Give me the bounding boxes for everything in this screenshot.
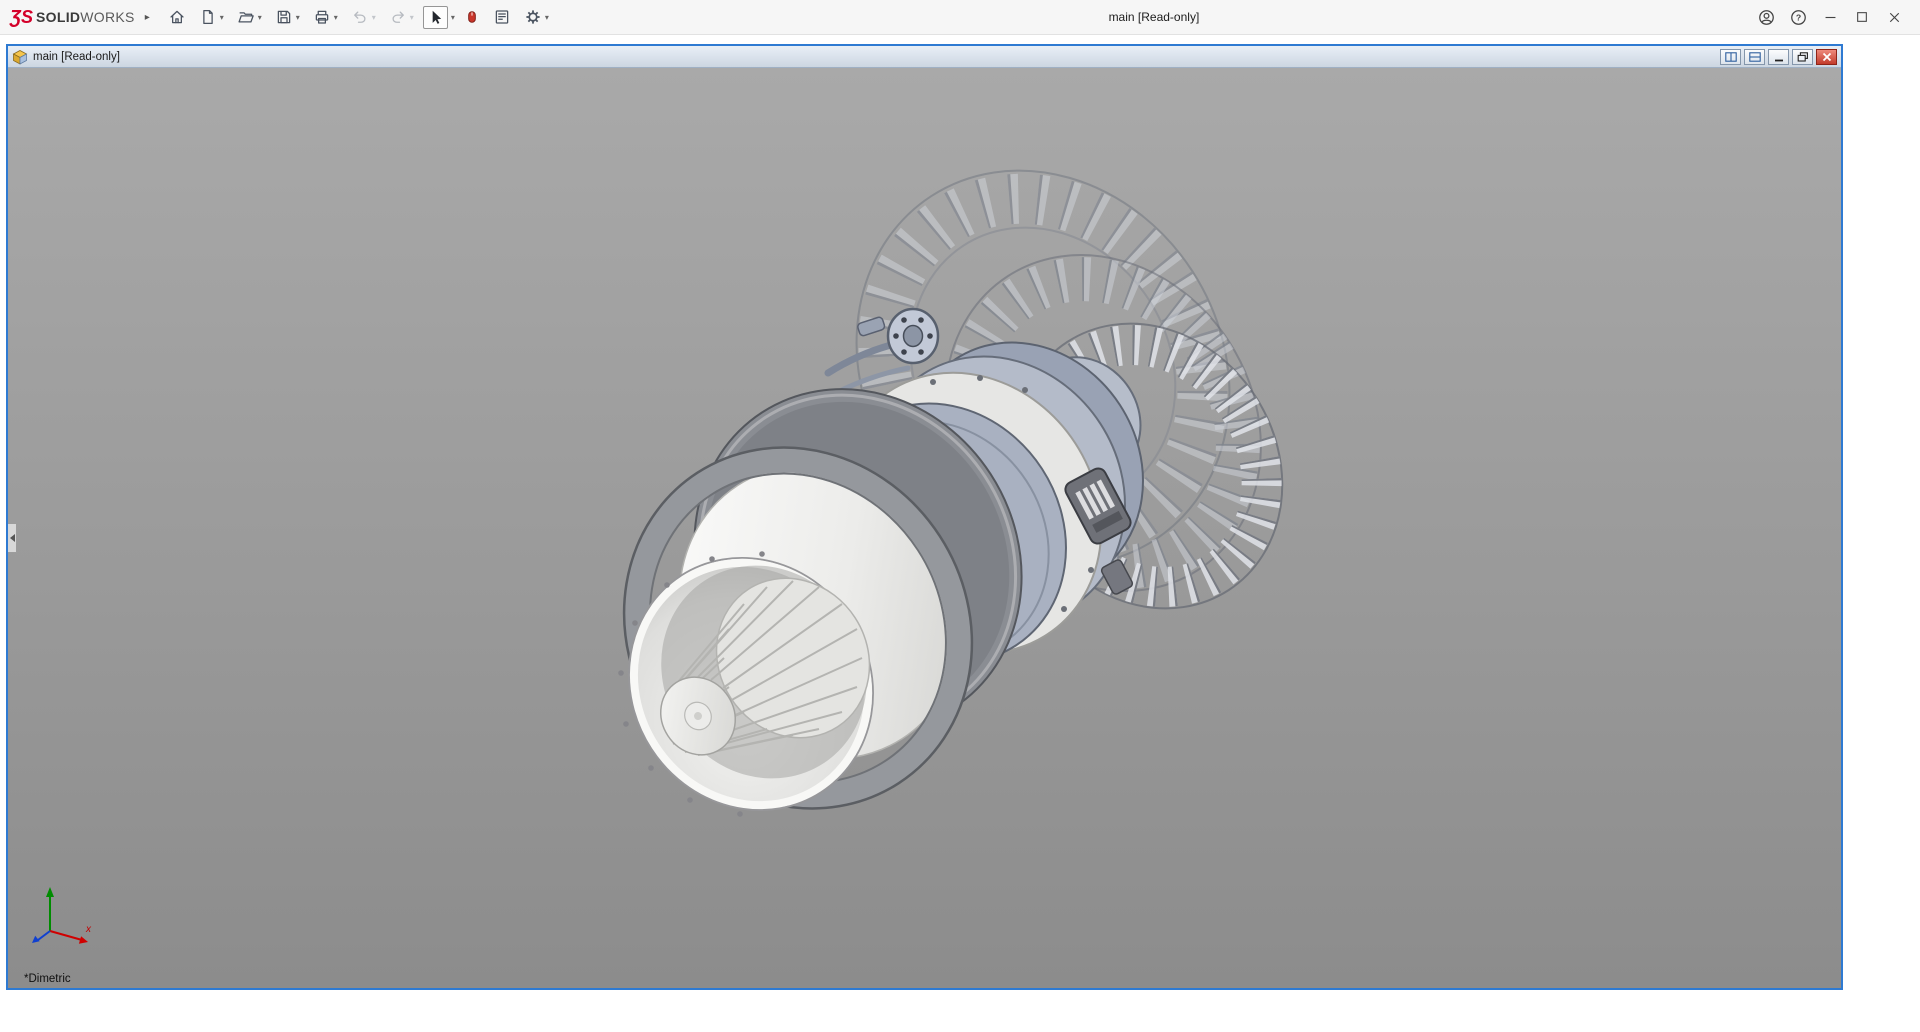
triad-z-axis	[32, 931, 50, 943]
close-button[interactable]	[1878, 2, 1910, 32]
doc-close-icon	[1821, 52, 1833, 62]
gear-icon	[524, 8, 542, 26]
app-window-controls: ?	[1750, 2, 1920, 32]
maximize-button[interactable]	[1846, 2, 1878, 32]
select-tool-active-box[interactable]	[423, 6, 448, 29]
svg-text:?: ?	[1795, 12, 1800, 22]
maximize-icon	[1854, 9, 1870, 25]
print-icon	[313, 8, 331, 26]
orientation-triad: x	[28, 879, 98, 954]
new-document-icon	[199, 8, 217, 26]
undo-icon	[351, 8, 369, 26]
doc-close-button[interactable]	[1816, 49, 1837, 65]
doc-minimize-button[interactable]	[1768, 49, 1789, 65]
doc-tile-horizontal-button[interactable]	[1744, 49, 1765, 65]
doc-restore-button[interactable]	[1792, 49, 1813, 65]
doc-restore-icon	[1797, 52, 1809, 62]
dropdown-chevron-icon[interactable]: ▾	[372, 13, 376, 22]
home-button[interactable]	[164, 4, 190, 30]
minimize-button[interactable]	[1814, 2, 1846, 32]
save-button[interactable]: ▾	[271, 4, 304, 30]
minimize-icon	[1822, 9, 1839, 26]
dropdown-chevron-icon[interactable]: ▾	[410, 13, 414, 22]
account-button[interactable]	[1750, 2, 1782, 32]
options-button[interactable]: ▾	[520, 4, 553, 30]
select-arrow-icon	[427, 9, 444, 26]
new-document-button[interactable]: ▾	[195, 4, 228, 30]
doc-minimize-icon	[1773, 52, 1785, 62]
select-tool[interactable]: ▾	[423, 6, 455, 29]
main-toolbar: ▾ ▾ ▾ ▾ ▾ ▾ ▾	[164, 4, 558, 30]
document-title: main [Read-only]	[33, 51, 120, 63]
properties-button[interactable]	[489, 4, 515, 30]
home-icon	[168, 8, 186, 26]
open-folder-icon	[237, 8, 255, 26]
document-window-controls	[1720, 49, 1837, 65]
mouse-icon	[464, 8, 480, 26]
mouse-gestures-button[interactable]	[460, 4, 484, 30]
flyout-arrow-icon[interactable]: ▸	[145, 12, 150, 23]
view-orientation-label: *Dimetric	[24, 973, 71, 985]
dropdown-chevron-icon[interactable]: ▾	[334, 13, 338, 22]
doc-tile-vertical-button[interactable]	[1720, 49, 1741, 65]
svg-text:x: x	[85, 924, 92, 935]
dropdown-chevron-icon[interactable]: ▾	[258, 13, 262, 22]
help-icon: ?	[1789, 8, 1808, 27]
3d-viewport[interactable]: x *Dimetric	[8, 68, 1841, 988]
window-tile-vertical-icon	[1725, 52, 1737, 62]
dropdown-chevron-icon[interactable]: ▾	[545, 13, 549, 22]
dropdown-chevron-icon[interactable]: ▾	[220, 13, 224, 22]
properties-icon	[493, 8, 511, 26]
dropdown-chevron-icon[interactable]: ▾	[296, 13, 300, 22]
dropdown-chevron-icon[interactable]: ▾	[451, 13, 455, 22]
help-button[interactable]: ?	[1782, 2, 1814, 32]
save-icon	[275, 8, 293, 26]
open-button[interactable]: ▾	[233, 4, 266, 30]
panel-collapse-tab[interactable]	[8, 523, 17, 553]
window-tile-horizontal-icon	[1749, 52, 1761, 62]
brand-works-text: WORKS	[80, 9, 134, 25]
redo-icon	[389, 8, 407, 26]
triad-x-axis: x	[50, 924, 92, 944]
app-window-title: main [Read-only]	[558, 10, 1750, 24]
logo-icon: ƷS	[10, 7, 33, 28]
document-window: main [Read-only]	[6, 44, 1843, 990]
print-button[interactable]: ▾	[309, 4, 342, 30]
accessory-flange[interactable]	[888, 309, 938, 363]
collapse-arrow-icon	[10, 534, 15, 542]
app-titlebar: ƷS SOLID WORKS ▸ ▾ ▾ ▾ ▾ ▾ ▾	[0, 0, 1920, 35]
engine-model[interactable]	[8, 68, 1841, 988]
close-icon	[1886, 9, 1903, 26]
solidworks-logo: ƷS SOLID WORKS	[10, 7, 135, 28]
undo-button[interactable]: ▾	[347, 4, 380, 30]
assembly-cube-icon	[12, 49, 28, 65]
workspace: main [Read-only]	[0, 35, 1920, 1032]
triad-y-axis	[46, 887, 54, 931]
document-titlebar[interactable]: main [Read-only]	[8, 46, 1841, 68]
redo-button[interactable]: ▾	[385, 4, 418, 30]
account-icon	[1757, 8, 1776, 27]
brand-solid-text: SOLID	[36, 9, 80, 25]
